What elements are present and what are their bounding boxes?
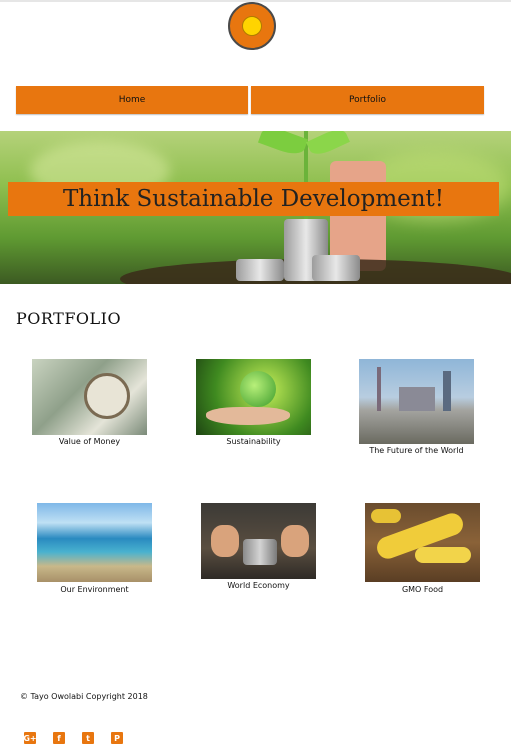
pinterest-icon[interactable]: P: [111, 732, 123, 744]
nav-portfolio-button[interactable]: Portfolio: [251, 86, 484, 114]
portfolio-caption: The Future of the World: [369, 446, 464, 455]
footer-copyright: © Tayo Owolabi Copyright 2018: [20, 692, 148, 701]
portfolio-caption: Our Environment: [60, 585, 129, 594]
globe-icon: [240, 371, 276, 407]
portfolio-caption: Value of Money: [58, 437, 121, 446]
nav-home-label: Home: [118, 95, 146, 105]
coin-stack-graphic: [236, 259, 284, 281]
portfolio-thumb-world-economy[interactable]: [201, 503, 316, 579]
nav-portfolio-label: Portfolio: [348, 95, 387, 105]
portfolio-caption: World Economy: [227, 581, 290, 590]
nav-home-button[interactable]: Home: [16, 86, 248, 114]
hero-banner-text: Think Sustainable Development!: [62, 186, 445, 212]
portfolio-caption: Sustainability: [226, 437, 281, 446]
portfolio-thumb-gmo-food[interactable]: [365, 503, 480, 582]
hero-banner: Think Sustainable Development!: [8, 182, 499, 216]
portfolio-caption: GMO Food: [401, 585, 444, 594]
portfolio-thumb-sustainability[interactable]: [196, 359, 311, 435]
portfolio-thumb-value-of-money[interactable]: [32, 359, 147, 435]
hand-graphic: [281, 525, 309, 557]
coin-stack-graphic: [243, 539, 277, 565]
logo-sun-icon: [242, 16, 262, 36]
site-logo[interactable]: [228, 2, 276, 50]
google-plus-icon[interactable]: G+: [23, 732, 37, 744]
hand-graphic: [206, 407, 290, 425]
portfolio-title: PORTFOLIO: [16, 309, 122, 328]
facebook-icon[interactable]: f: [53, 732, 65, 744]
stopwatch-icon: [84, 373, 130, 419]
portfolio-thumb-future-of-world[interactable]: [359, 359, 474, 444]
hand-graphic: [211, 525, 239, 557]
coin-stack-graphic: [312, 255, 360, 281]
portfolio-thumb-our-environment[interactable]: [37, 503, 152, 582]
twitter-icon[interactable]: t: [82, 732, 94, 744]
